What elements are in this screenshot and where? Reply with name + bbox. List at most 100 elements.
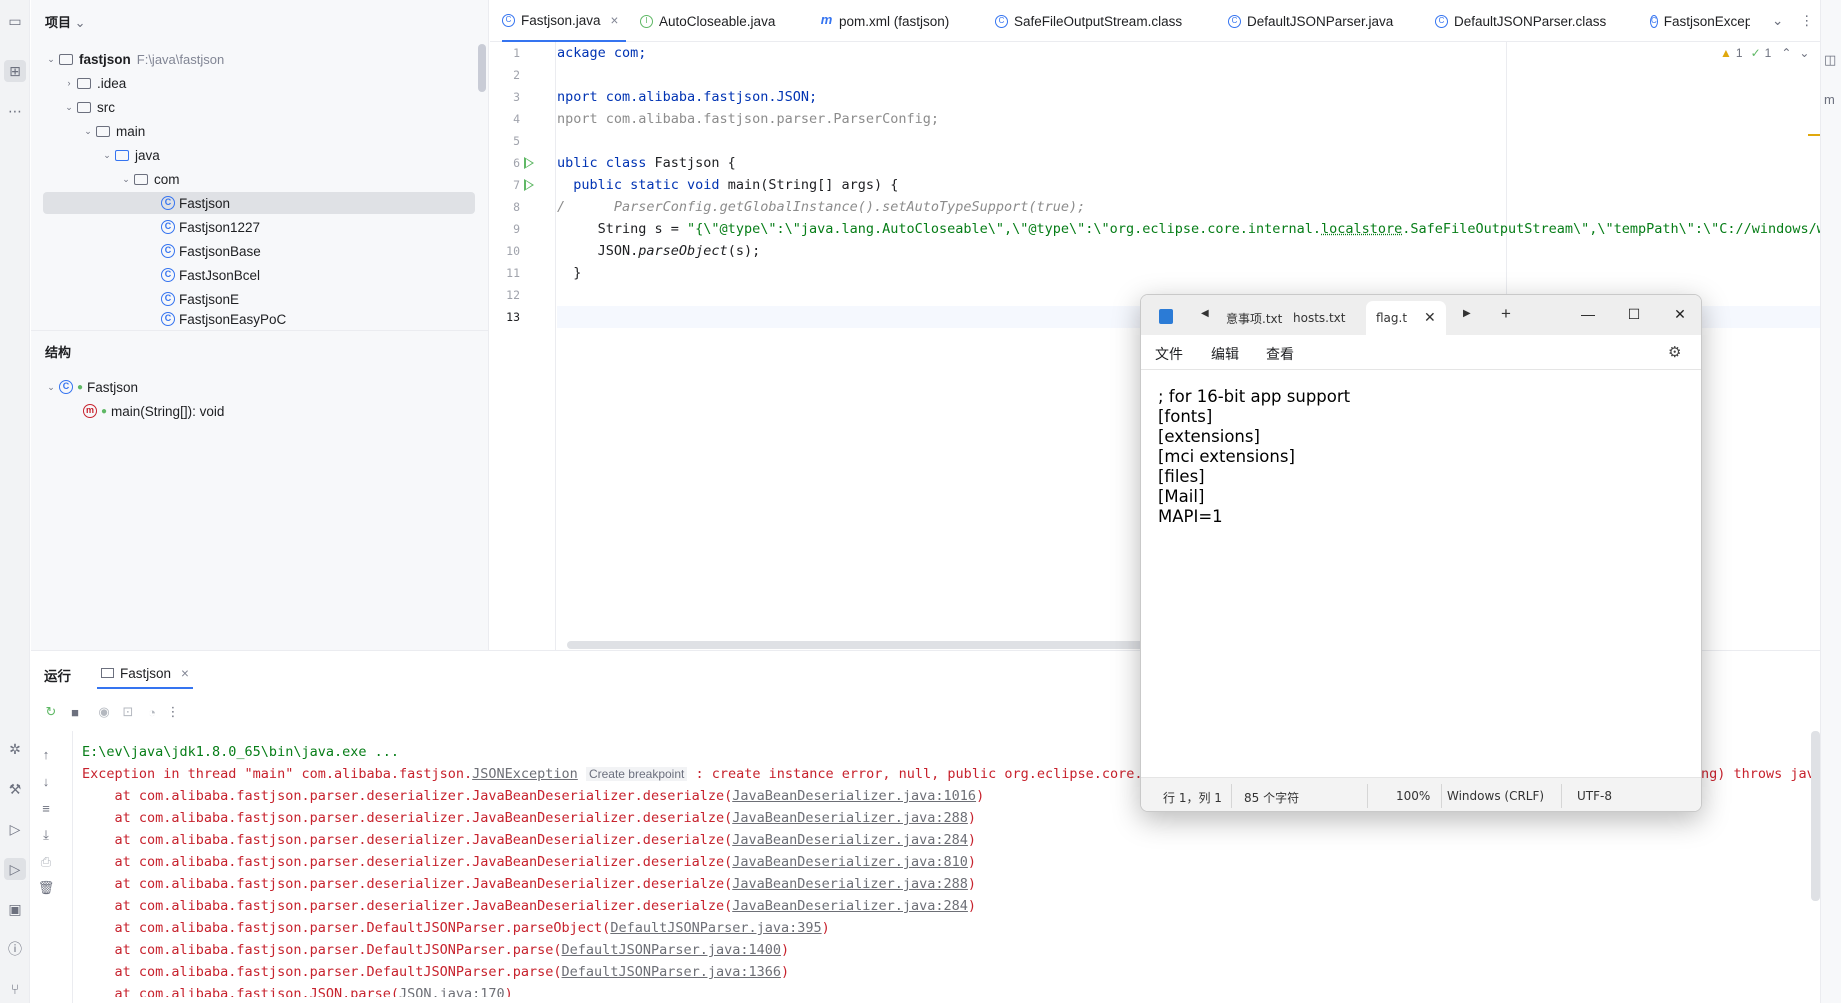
- menu-view[interactable]: 查看: [1266, 344, 1294, 364]
- tree-item-fastjsoneasypoc[interactable]: C FastjsonEasyPoC: [161, 312, 286, 328]
- restore-layout-icon[interactable]: ⊡: [119, 703, 137, 721]
- git-icon[interactable]: ⑂: [4, 978, 26, 1000]
- menu-edit[interactable]: 编辑: [1211, 344, 1239, 364]
- tab-autocloseable-java[interactable]: I AutoCloseable.java: [640, 0, 775, 42]
- tab-defaultjsonparser-java[interactable]: C DefaultJSONParser.java: [1228, 0, 1393, 42]
- code-line[interactable]: public static void main(String[] args) {: [557, 174, 898, 196]
- clear-icon[interactable]: 🗑: [37, 879, 55, 897]
- rerun-icon[interactable]: ↻: [42, 703, 60, 721]
- tree-item-fastjsone[interactable]: C FastjsonE: [161, 288, 239, 310]
- inspection-widget[interactable]: ▲ 1 ✓ 1 ⌃ ⌄: [1720, 46, 1809, 60]
- chevron-down-icon[interactable]: ⌄: [99, 150, 115, 161]
- tab-safefileoutputstream-class[interactable]: C SafeFileOutputStream.class: [995, 0, 1182, 42]
- notepad-titlebar[interactable]: ◀ 意事项.txt hosts.txt flag.t ✕ ▶ + — ☐ ✕: [1141, 295, 1701, 335]
- console-vscrollbar[interactable]: [1811, 731, 1820, 901]
- more-icon[interactable]: ⋮: [164, 703, 182, 721]
- scroll-up-icon[interactable]: ↑: [37, 745, 55, 763]
- code-line[interactable]: String s = "{\"@type\":\"java.lang.AutoC…: [557, 218, 1833, 240]
- code-line[interactable]: JSON.parseObject(s);: [557, 240, 761, 262]
- code-line[interactable]: ublic class Fastjson {: [557, 152, 736, 174]
- maven-icon[interactable]: m: [1824, 92, 1835, 107]
- tree-item-idea[interactable]: › .idea: [61, 72, 127, 94]
- chevron-down-icon[interactable]: ⌄: [118, 174, 134, 185]
- database-icon[interactable]: ◫: [1824, 52, 1836, 68]
- warning-stripe-marker[interactable]: [1808, 134, 1820, 136]
- code-line[interactable]: nport com.alibaba.fastjson.parser.Parser…: [557, 108, 939, 130]
- stack-link[interactable]: JavaBeanDeserializer.java:288: [732, 876, 968, 892]
- menu-file[interactable]: 文件: [1155, 344, 1183, 364]
- tab-fastjson-java[interactable]: C Fastjson.java ×: [502, 0, 627, 42]
- code-line[interactable]: / ParserConfig.getGlobalInstance().setAu…: [557, 196, 1085, 218]
- structure-icon[interactable]: ⊞: [4, 60, 26, 82]
- maximize-button[interactable]: ☐: [1613, 299, 1655, 329]
- tree-item-main[interactable]: ⌄ main: [80, 120, 145, 142]
- tree-item-fastjson1227[interactable]: C Fastjson1227: [161, 216, 260, 238]
- close-icon[interactable]: ×: [611, 13, 619, 28]
- run-icon[interactable]: ▷: [4, 858, 26, 880]
- more-icon[interactable]: ⋯: [4, 100, 26, 122]
- tree-item-java[interactable]: ⌄ java: [99, 144, 160, 166]
- tab-defaultjsonparser-class[interactable]: C DefaultJSONParser.class: [1435, 0, 1606, 42]
- services-icon[interactable]: ▷: [4, 818, 26, 840]
- profiler-icon[interactable]: ◔: [143, 703, 161, 721]
- run-class-icon[interactable]: [524, 157, 534, 169]
- close-icon[interactable]: ×: [181, 666, 189, 681]
- print-icon[interactable]: ⎙: [37, 853, 55, 871]
- stack-link[interactable]: JavaBeanDeserializer.java:1016: [732, 788, 976, 804]
- tree-item-src[interactable]: ⌄ src: [61, 96, 115, 118]
- structure-method[interactable]: m ● main(String[]): void: [83, 400, 224, 422]
- code-line[interactable]: ackage com;: [557, 42, 646, 64]
- notepad-tab-notes[interactable]: 意事项.txt: [1226, 301, 1282, 335]
- code-line[interactable]: nport com.alibaba.fastjson.JSON;: [557, 86, 817, 108]
- structure-class[interactable]: ⌄ C ● Fastjson: [43, 376, 138, 398]
- notepad-tab-flag[interactable]: flag.t ✕: [1366, 301, 1446, 335]
- editor-hscrollbar[interactable]: [567, 641, 1177, 649]
- folder-icon[interactable]: ▭: [4, 10, 26, 32]
- tree-item-fastjsonbase[interactable]: C FastjsonBase: [161, 240, 261, 262]
- soft-wrap-icon[interactable]: ≡: [37, 799, 55, 817]
- chevron-down-icon[interactable]: ⌄: [43, 54, 59, 65]
- stop-icon[interactable]: ■: [66, 703, 84, 721]
- create-breakpoint-button[interactable]: Create breakpoint: [585, 767, 688, 781]
- tab-scroll-right-icon[interactable]: ▶: [1463, 308, 1471, 319]
- camera-icon[interactable]: ◉: [95, 703, 113, 721]
- problems-icon[interactable]: ⓘ: [4, 938, 26, 960]
- notepad-tab-hosts[interactable]: hosts.txt: [1293, 301, 1345, 335]
- chevron-down-icon[interactable]: ⌄: [80, 126, 96, 137]
- chevron-down-icon[interactable]: ⌄: [1799, 46, 1809, 60]
- exception-link[interactable]: JSONException: [472, 766, 578, 782]
- debug-icon[interactable]: ✲: [4, 738, 26, 760]
- stack-link[interactable]: JSON.java:170: [399, 986, 505, 997]
- tab-overflow-chevron-icon[interactable]: ⌄: [1772, 0, 1783, 42]
- stack-link[interactable]: JavaBeanDeserializer.java:284: [732, 832, 968, 848]
- tab-scroll-left-icon[interactable]: ◀: [1201, 308, 1209, 319]
- run-tab-fastjson[interactable]: Fastjson ×: [97, 659, 193, 689]
- build-icon[interactable]: ⚒: [4, 778, 26, 800]
- gear-icon[interactable]: ⚙: [1668, 343, 1681, 361]
- close-button[interactable]: ✕: [1659, 299, 1701, 329]
- notepad-text-area[interactable]: ; for 16-bit app support [fonts] [extens…: [1141, 369, 1701, 777]
- tab-fastjsonexception[interactable]: C FastjsonExcep: [1650, 0, 1750, 42]
- tab-pom-xml[interactable]: m pom.xml (fastjson): [820, 0, 950, 42]
- stack-link[interactable]: JavaBeanDeserializer.java:284: [732, 898, 968, 914]
- minimize-button[interactable]: —: [1567, 299, 1609, 329]
- stack-link[interactable]: JavaBeanDeserializer.java:810: [732, 854, 968, 870]
- tree-item-com[interactable]: ⌄ com: [118, 168, 179, 190]
- project-panel-title[interactable]: 项目 ⌄: [45, 12, 86, 31]
- tree-item-fastjson[interactable]: C Fastjson: [43, 192, 475, 214]
- tab-more-icon[interactable]: ⋮: [1800, 0, 1814, 42]
- new-tab-icon[interactable]: +: [1501, 304, 1511, 324]
- terminal-icon[interactable]: ▣: [4, 898, 26, 920]
- tree-item-fastjsonbcel[interactable]: C FastJsonBcel: [161, 264, 260, 286]
- chevron-up-icon[interactable]: ⌃: [1781, 46, 1791, 60]
- stack-link[interactable]: DefaultJSONParser.java:1400: [562, 942, 781, 958]
- stack-link[interactable]: DefaultJSONParser.java:1366: [562, 964, 781, 980]
- close-icon[interactable]: ✕: [1424, 310, 1436, 326]
- tree-item-root[interactable]: ⌄ fastjson F:\java\fastjson: [43, 48, 224, 70]
- tree-scrollbar[interactable]: [478, 44, 486, 92]
- run-main-icon[interactable]: [524, 179, 534, 191]
- stack-link[interactable]: JavaBeanDeserializer.java:288: [732, 810, 968, 826]
- code-line[interactable]: }: [557, 262, 581, 284]
- scroll-to-end-icon[interactable]: ⤓: [37, 826, 55, 844]
- chevron-right-icon[interactable]: ›: [61, 78, 77, 88]
